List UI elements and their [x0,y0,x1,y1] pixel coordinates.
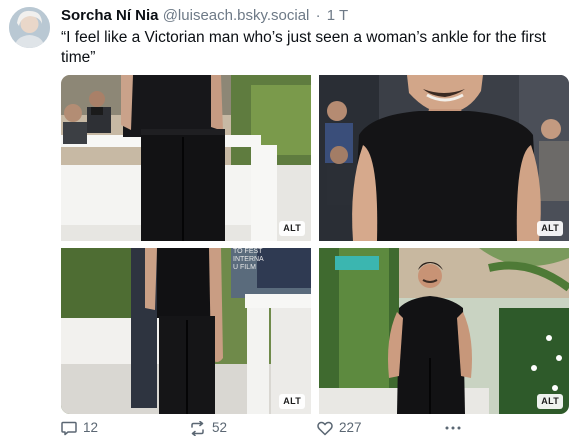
post-image-4[interactable]: ALT [319,248,569,414]
alt-badge[interactable]: ALT [537,221,563,236]
post-timestamp[interactable]: 1 T [327,7,348,24]
photo-3-illustration [61,248,311,414]
like-button[interactable]: 227 [317,420,362,436]
ellipsis-icon [445,426,461,430]
separator-dot: · [315,7,321,24]
post-image-3[interactable]: TO FEST INTERNA U FILM ALT [61,248,311,414]
more-options-button[interactable] [444,420,462,435]
post-actions: 12 52 227 [61,420,571,436]
photo-2-illustration [319,75,569,241]
backdrop-text: TO FEST INTERNA U FILM [233,248,264,271]
reply-count: 12 [83,420,99,435]
alt-badge[interactable]: ALT [537,394,563,409]
alt-badge[interactable]: ALT [279,221,305,236]
avatar-image [9,7,50,48]
author-handle[interactable]: @luiseach.bsky.social [163,7,310,24]
repost-icon [191,420,204,436]
repost-count: 52 [212,420,228,435]
post-card[interactable]: Sorcha Ní Nia @luiseach.bsky.social · 1 … [0,0,582,436]
like-count: 227 [339,420,362,435]
post-image-2[interactable]: ALT [319,75,569,241]
avatar[interactable] [9,7,50,48]
image-grid: ALT ALT TO FEST INTERNA U FILM ALT ALT [61,75,569,414]
post-header: Sorcha Ní Nia @luiseach.bsky.social · 1 … [61,7,348,25]
post-text: “I feel like a Victorian man who’s just … [61,29,547,66]
repost-button[interactable]: 52 [189,420,227,436]
alt-badge[interactable]: ALT [279,394,305,409]
author-display-name[interactable]: Sorcha Ní Nia [61,7,159,24]
reply-icon [61,421,77,435]
reply-button[interactable]: 12 [61,420,98,436]
post-image-1[interactable]: ALT [61,75,311,241]
photo-1-illustration [61,75,311,241]
heart-icon [317,421,333,435]
photo-4-illustration [319,248,569,414]
